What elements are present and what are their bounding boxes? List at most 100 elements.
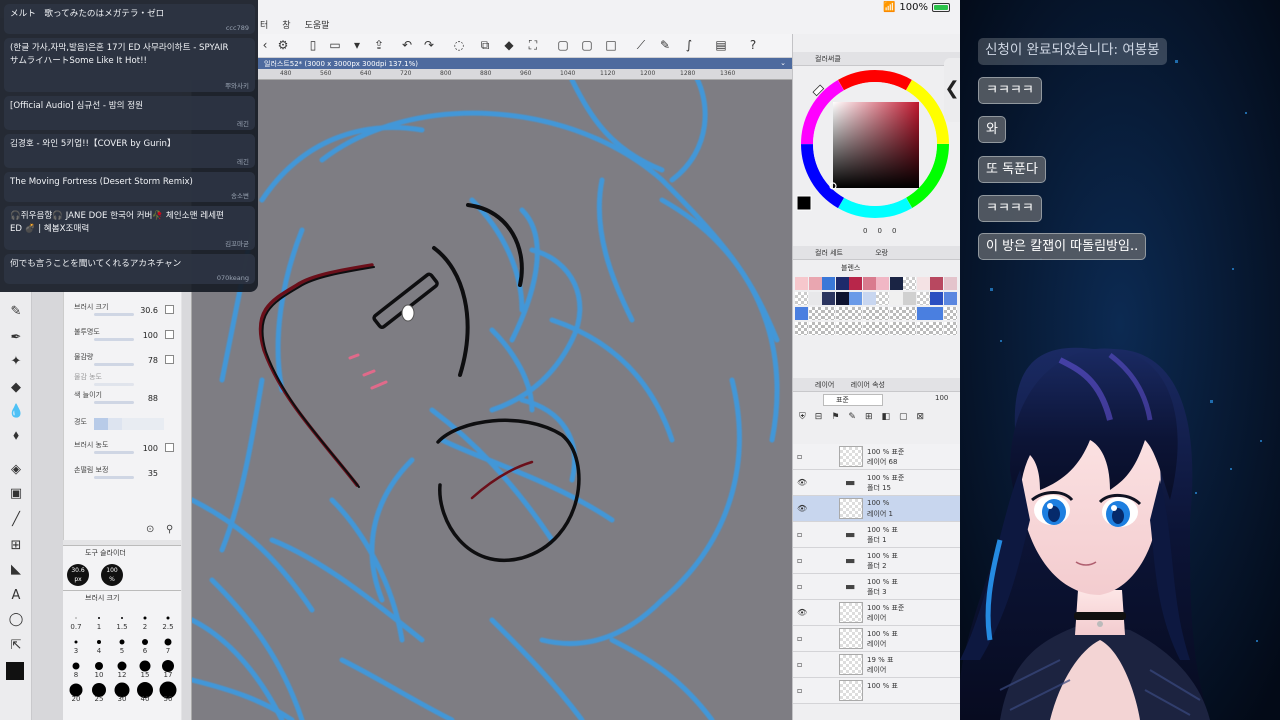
color-swatch[interactable]	[903, 277, 916, 290]
main-color-swatch[interactable]	[6, 662, 24, 680]
color-swatch[interactable]	[876, 292, 889, 305]
song-request-item[interactable]: [Official Audio] 심규선 - 밤의 정원 레긴	[4, 96, 255, 130]
color-set-name[interactable]: 블렌스	[841, 263, 860, 273]
brush-size-preset[interactable]: 1	[88, 609, 110, 631]
eye-icon[interactable]: ▫	[797, 556, 802, 565]
tab-color-set[interactable]: 컬러 세트	[815, 249, 843, 257]
empty-swatch[interactable]	[876, 307, 889, 320]
eye-icon[interactable]: ▫	[797, 582, 802, 591]
song-request-item[interactable]: The Moving Fortress (Desert Storm Remix)…	[4, 172, 255, 202]
color-swatch[interactable]	[903, 292, 916, 305]
color-swatch[interactable]	[862, 277, 876, 290]
brush-size-preset[interactable]: 17	[157, 657, 179, 679]
opacity-indicator[interactable]: 100 %	[101, 564, 123, 586]
layer-row[interactable]: ▫ ▬ 100 % 표 폴더 3	[793, 574, 960, 600]
prop-slider[interactable]	[94, 363, 134, 366]
fill-icon[interactable]: ◆	[502, 38, 516, 52]
eye-icon[interactable]: ▫	[797, 660, 802, 669]
prop-slider[interactable]	[94, 338, 134, 341]
empty-swatch[interactable]	[835, 307, 849, 320]
brush-size-preset[interactable]: 25	[88, 681, 110, 703]
empty-swatch[interactable]	[795, 322, 808, 335]
current-color[interactable]	[797, 195, 812, 211]
empty-swatch[interactable]	[889, 322, 903, 335]
prop-stabilization[interactable]: 손떨림 보정 35	[64, 463, 182, 485]
save-icon[interactable]: ▾	[350, 38, 364, 52]
empty-swatch[interactable]	[808, 322, 822, 335]
layer-row[interactable]: 👁 100 % 표준 레이어	[793, 600, 960, 626]
menu-item-filter[interactable]: 터	[260, 18, 268, 34]
layer-row[interactable]: ▫ 19 % 표 레이어	[793, 652, 960, 678]
empty-swatch[interactable]	[862, 307, 876, 320]
menu-item-window[interactable]: 창	[282, 18, 290, 34]
prop-pressure-toggle[interactable]	[165, 355, 174, 364]
empty-swatch[interactable]	[808, 307, 822, 320]
song-request-item[interactable]: (한글 가사,자막,발음)은혼 17기 ED 사무라이하트 - SPYAIR サ…	[4, 38, 255, 92]
transform-icon[interactable]: ⛶	[526, 38, 540, 52]
layer-row[interactable]: ▫ 100 % 표 레이어	[793, 626, 960, 652]
song-request-item[interactable]: 🎧쥐우음향🎧 JANE DOE 한국어 커버🥀 체인소맨 레세편 ED 💣 | …	[4, 206, 255, 250]
song-request-item[interactable]: 何でも言うことを聞いてくれるアカネチャン 070keang	[4, 254, 255, 284]
deselect-icon[interactable]: ▢	[556, 38, 570, 52]
layer-row[interactable]: ▫ 100 % 표	[793, 678, 960, 704]
eye-icon[interactable]: ▫	[797, 634, 802, 643]
new-file-icon[interactable]: ▯	[306, 38, 320, 52]
empty-swatch[interactable]	[849, 322, 862, 335]
layer-row[interactable]: ▫ ▬ 100 % 표 폴더 2	[793, 548, 960, 574]
song-request-item[interactable]: 김경호 - 와인 5키업!!【COVER by Gurin】 레긴	[4, 134, 255, 168]
color-swatch[interactable]	[795, 277, 808, 290]
prop-pressure-toggle[interactable]	[165, 330, 174, 339]
empty-swatch[interactable]	[862, 322, 876, 335]
layer-row[interactable]: ▫ 100 % 표준 레이어 68	[793, 444, 960, 470]
collapse-panel-button[interactable]: ❮	[944, 58, 960, 122]
collapse-icon[interactable]: ‹	[258, 38, 272, 52]
settings-icon[interactable]: ⚙	[276, 38, 290, 52]
pen-icon[interactable]: ✎	[658, 38, 672, 52]
copy-icon[interactable]: ⧉	[478, 38, 492, 52]
empty-swatch[interactable]	[903, 322, 916, 335]
prop-slider[interactable]	[94, 313, 134, 316]
brush-size-preset[interactable]: 3	[65, 633, 87, 655]
line-tool-icon[interactable]: ╱	[8, 512, 24, 528]
brush-size-preset[interactable]: 2	[134, 609, 156, 631]
reference-layer-icon[interactable]: ⚑	[831, 412, 839, 424]
color-swatch[interactable]	[835, 277, 849, 290]
ruler-icon[interactable]: ⟋	[634, 38, 648, 52]
empty-swatch[interactable]	[876, 322, 889, 335]
color-swatch[interactable]	[943, 277, 957, 290]
sparkle-tool-icon[interactable]: ✦	[8, 354, 24, 370]
delete-layer-icon[interactable]: ⊠	[917, 412, 925, 424]
color-swatch[interactable]	[889, 292, 903, 305]
color-swatch[interactable]	[808, 292, 822, 305]
brush-size-preset[interactable]: 1.5	[111, 609, 133, 631]
color-swatch[interactable]	[808, 277, 822, 290]
color-swatch[interactable]	[916, 277, 930, 290]
prop-slider[interactable]	[94, 401, 134, 404]
menu-item-help[interactable]: 도움말	[305, 18, 330, 34]
new-layer-icon[interactable]: ▢	[899, 412, 908, 424]
brush-size-preset[interactable]: 5	[111, 633, 133, 655]
search-icon[interactable]: ⚲	[166, 524, 173, 535]
tab-layer[interactable]: 레이어	[815, 381, 834, 389]
brush-size-preset[interactable]: 12	[111, 657, 133, 679]
drawing-canvas[interactable]	[192, 80, 792, 720]
brush-size-preset[interactable]: 50	[157, 681, 179, 703]
color-swatch[interactable]	[822, 277, 835, 290]
export-icon[interactable]: ⇪	[372, 38, 386, 52]
open-folder-icon[interactable]: ▭	[328, 38, 342, 52]
color-swatch[interactable]	[930, 292, 943, 305]
prop-slider[interactable]	[94, 451, 134, 454]
tab-other[interactable]: 오랑	[875, 249, 888, 257]
clear-icon[interactable]: □	[604, 38, 618, 52]
empty-swatch[interactable]	[849, 307, 862, 320]
prop-color-stretch[interactable]: 색 늘이기 88	[64, 388, 182, 410]
layer-opacity[interactable]: 100	[935, 394, 948, 402]
color-swatch[interactable]	[835, 292, 849, 305]
prop-slider[interactable]	[94, 383, 134, 386]
lasso-icon[interactable]: ∫	[682, 38, 696, 52]
empty-swatch[interactable]	[930, 322, 943, 335]
brush-size-preset[interactable]: 15	[134, 657, 156, 679]
empty-swatch[interactable]	[903, 307, 916, 320]
empty-swatch[interactable]	[822, 322, 835, 335]
lock-icon[interactable]: ⛨	[799, 412, 806, 424]
